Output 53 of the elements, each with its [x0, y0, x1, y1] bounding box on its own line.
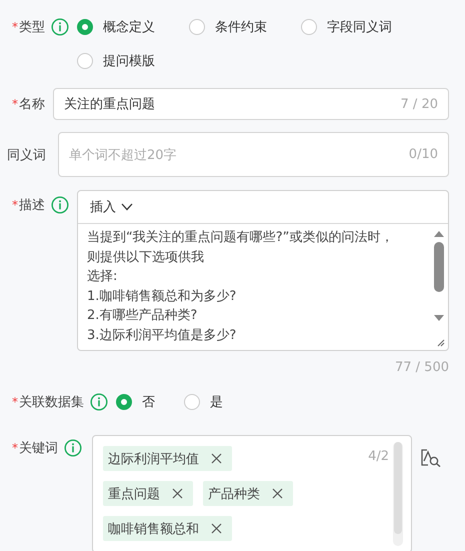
close-icon[interactable]: [211, 453, 222, 464]
tag-label: 重点问题: [108, 486, 160, 502]
field-label: 关键词: [19, 440, 58, 457]
name-input-field[interactable]: 关注的重点问题 7 / 20: [53, 88, 449, 120]
tag-label: 产品种类: [208, 486, 260, 502]
description-editor[interactable]: 插入 当提到“我关注的重点问题有哪些?”或类似的问法时，则提供以下选项供我 选择: 1.咖啡销售额总和为多少? 2.有哪些产品种类? 3.边际利润平均值是多少?: [77, 190, 449, 351]
close-icon[interactable]: [272, 488, 283, 499]
scrollbar-thumb[interactable]: [434, 242, 444, 292]
radio-label[interactable]: 字段同义词: [327, 18, 392, 36]
radio-label[interactable]: 概念定义: [103, 18, 155, 36]
radio-button[interactable]: [116, 394, 132, 410]
keywords-field[interactable]: 边际利润平均值 重点问题 产品种类 咖啡销售额总和 4/2: [92, 435, 412, 551]
radio-label[interactable]: 是: [210, 393, 223, 411]
scroll-down-icon[interactable]: [433, 314, 445, 322]
resize-handle-icon[interactable]: [436, 338, 445, 347]
scrollbar[interactable]: [393, 442, 403, 546]
field-label: 描述: [19, 197, 45, 214]
description-text-line: 选择:: [87, 268, 118, 286]
description-text-line: 1.咖啡销售额总和为多少?: [87, 288, 238, 306]
description-text-line: 2.有哪些产品种类?: [87, 307, 198, 325]
radio-button[interactable]: [301, 19, 317, 35]
radio-button[interactable]: [77, 53, 93, 69]
required-mark: *: [12, 97, 18, 111]
close-icon[interactable]: [172, 488, 183, 499]
radio-label[interactable]: 否: [142, 393, 155, 411]
required-mark: *: [12, 20, 18, 34]
radio-label[interactable]: 提问模版: [103, 52, 155, 70]
insert-dropdown[interactable]: 插入: [90, 198, 133, 216]
close-icon[interactable]: [211, 523, 222, 534]
required-mark: *: [12, 395, 18, 409]
character-counter: 77 / 500: [395, 360, 449, 375]
info-icon: [90, 393, 108, 411]
tag-label: 边际利润平均值: [108, 450, 199, 468]
field-label: 类型: [19, 19, 45, 36]
info-icon: [51, 196, 69, 214]
info-icon: [64, 439, 82, 457]
field-label: 关联数据集: [19, 394, 84, 411]
radio-button[interactable]: [189, 19, 205, 35]
tag-counter: 4/2: [368, 449, 389, 464]
scroll-up-icon[interactable]: [433, 230, 445, 238]
tag-label: 咖啡销售额总和: [108, 520, 199, 538]
radio-label[interactable]: 条件约束: [215, 18, 267, 36]
description-text-line: 当提到“我关注的重点问题有哪些?”或类似的问法时，则提供以下选项供我: [87, 229, 394, 266]
radio-button[interactable]: [184, 394, 200, 410]
text-search-icon[interactable]: [420, 449, 442, 467]
info-icon: [51, 18, 69, 36]
chevron-down-icon: [121, 203, 133, 211]
description-text-line: 3.边际利润平均值是多少?: [87, 326, 238, 344]
field-label: 名称: [19, 96, 45, 113]
required-mark: *: [12, 198, 18, 212]
field-label: 同义词: [7, 147, 46, 164]
required-mark: *: [12, 441, 18, 455]
radio-button[interactable]: [77, 19, 93, 35]
